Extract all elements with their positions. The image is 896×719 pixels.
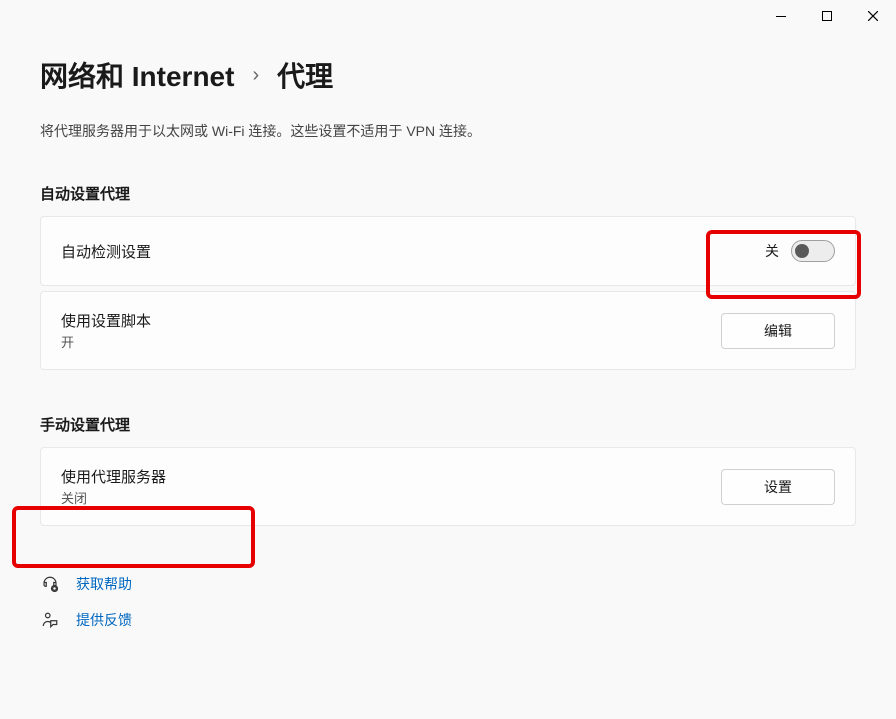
toggle-state-label: 关 (765, 241, 779, 261)
minimize-button[interactable] (758, 0, 804, 32)
window-controls (758, 0, 896, 32)
page-description: 将代理服务器用于以太网或 Wi-Fi 连接。这些设置不适用于 VPN 连接。 (40, 121, 856, 141)
feedback-link-row: 提供反馈 (40, 610, 856, 630)
help-icon (40, 574, 60, 594)
setup-script-card: 使用设置脚本 开 编辑 (40, 291, 856, 370)
help-link-row: 获取帮助 (40, 574, 856, 594)
maximize-button[interactable] (804, 0, 850, 32)
setup-script-label: 使用设置脚本 (61, 310, 151, 331)
feedback-icon (40, 610, 60, 630)
breadcrumb: 网络和 Internet › 代理 (40, 55, 856, 95)
auto-detect-toggle-group: 关 (765, 240, 835, 262)
settings-button[interactable]: 设置 (721, 469, 835, 505)
chevron-right-icon: › (252, 64, 259, 87)
breadcrumb-parent[interactable]: 网络和 Internet (40, 55, 234, 95)
edit-button[interactable]: 编辑 (721, 313, 835, 349)
auto-detect-label: 自动检测设置 (61, 241, 151, 262)
proxy-server-label: 使用代理服务器 (61, 466, 166, 487)
close-button[interactable] (850, 0, 896, 32)
setup-script-status: 开 (61, 332, 151, 351)
feedback-link[interactable]: 提供反馈 (76, 610, 132, 630)
help-link[interactable]: 获取帮助 (76, 574, 132, 594)
auto-detect-card: 自动检测设置 关 (40, 216, 856, 286)
proxy-server-status: 关闭 (61, 488, 166, 507)
section-title-manual: 手动设置代理 (40, 414, 856, 435)
proxy-server-card: 使用代理服务器 关闭 设置 (40, 447, 856, 526)
auto-detect-toggle[interactable] (791, 240, 835, 262)
breadcrumb-current: 代理 (277, 55, 333, 95)
section-title-auto: 自动设置代理 (40, 183, 856, 204)
